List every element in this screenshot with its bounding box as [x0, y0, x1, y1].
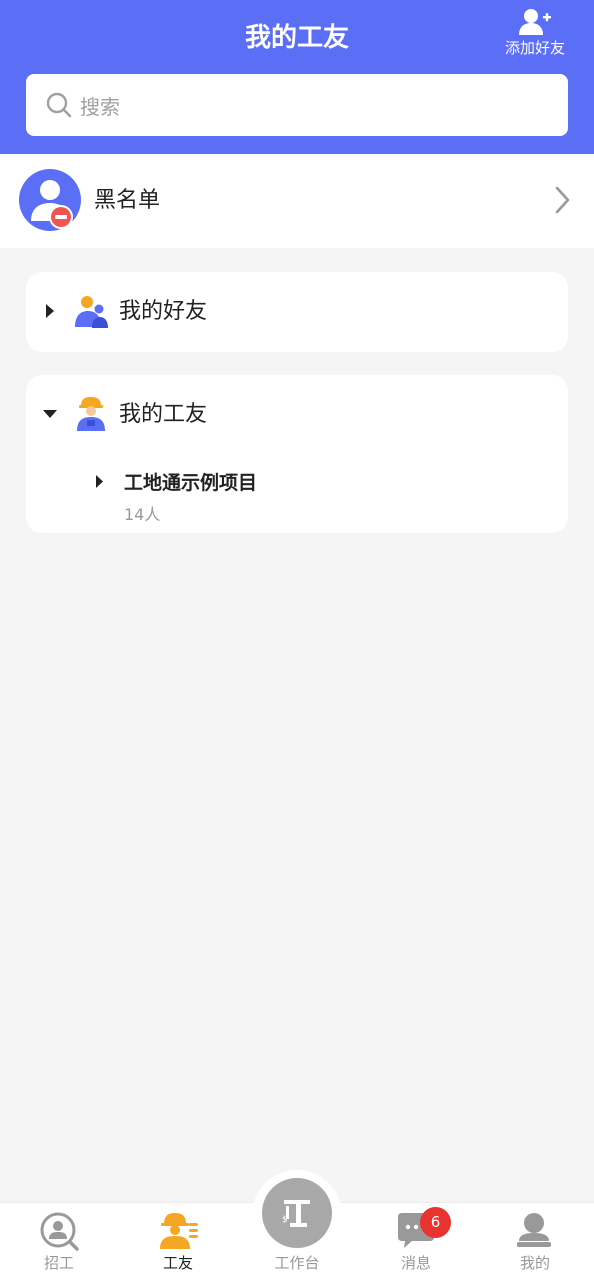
caret-right-icon	[96, 475, 103, 488]
tab-label: 工友	[162, 1254, 193, 1272]
add-user-icon	[519, 9, 551, 35]
search-icon	[46, 92, 72, 118]
tab-messages[interactable]: 消息	[357, 1203, 475, 1280]
blacklist-avatar-icon	[19, 169, 81, 231]
workbench-button[interactable]: $	[262, 1178, 332, 1248]
group-my-friends[interactable]: 我的好友	[26, 272, 568, 352]
caret-right-icon	[46, 304, 54, 318]
workbench-icon: $	[282, 1200, 310, 1227]
subgroup-count: 14人	[124, 505, 161, 524]
group-label-friends: 我的好友	[119, 299, 208, 324]
tab-recruit[interactable]: 招工	[0, 1203, 118, 1280]
tab-label: 工作台	[274, 1254, 320, 1272]
workmates-icon	[160, 1213, 198, 1249]
add-friend-label: 添加好友	[504, 39, 565, 57]
search-placeholder: 搜索	[80, 94, 120, 119]
tab-label: 招工	[43, 1254, 74, 1272]
friends-icon	[75, 296, 108, 328]
tab-profile[interactable]: 我的	[476, 1203, 594, 1280]
blacklist-row[interactable]: 黑名单	[0, 154, 594, 248]
chevron-right-icon	[555, 186, 570, 214]
message-badge: 6	[420, 1207, 451, 1238]
blacklist-label: 黑名单	[94, 188, 161, 213]
recruit-icon	[40, 1212, 79, 1251]
add-friend-button[interactable]: 添加好友	[502, 8, 568, 58]
subgroup-label: 工地通示例项目	[124, 472, 258, 494]
profile-icon	[517, 1213, 551, 1247]
header: 我的工友 添加好友 搜索	[0, 0, 594, 154]
worker-icon	[77, 397, 105, 431]
tab-workmates[interactable]: 工友	[119, 1203, 237, 1280]
caret-down-icon	[43, 410, 57, 418]
search-input[interactable]: 搜索	[26, 74, 568, 136]
group-label-workmates: 我的工友	[119, 402, 208, 427]
group-my-workmates[interactable]: 我的工友 工地通示例项目 14人	[26, 375, 568, 533]
tab-label: 我的	[519, 1254, 550, 1272]
tab-label: 消息	[400, 1254, 431, 1272]
svg-text:$: $	[282, 1215, 288, 1225]
